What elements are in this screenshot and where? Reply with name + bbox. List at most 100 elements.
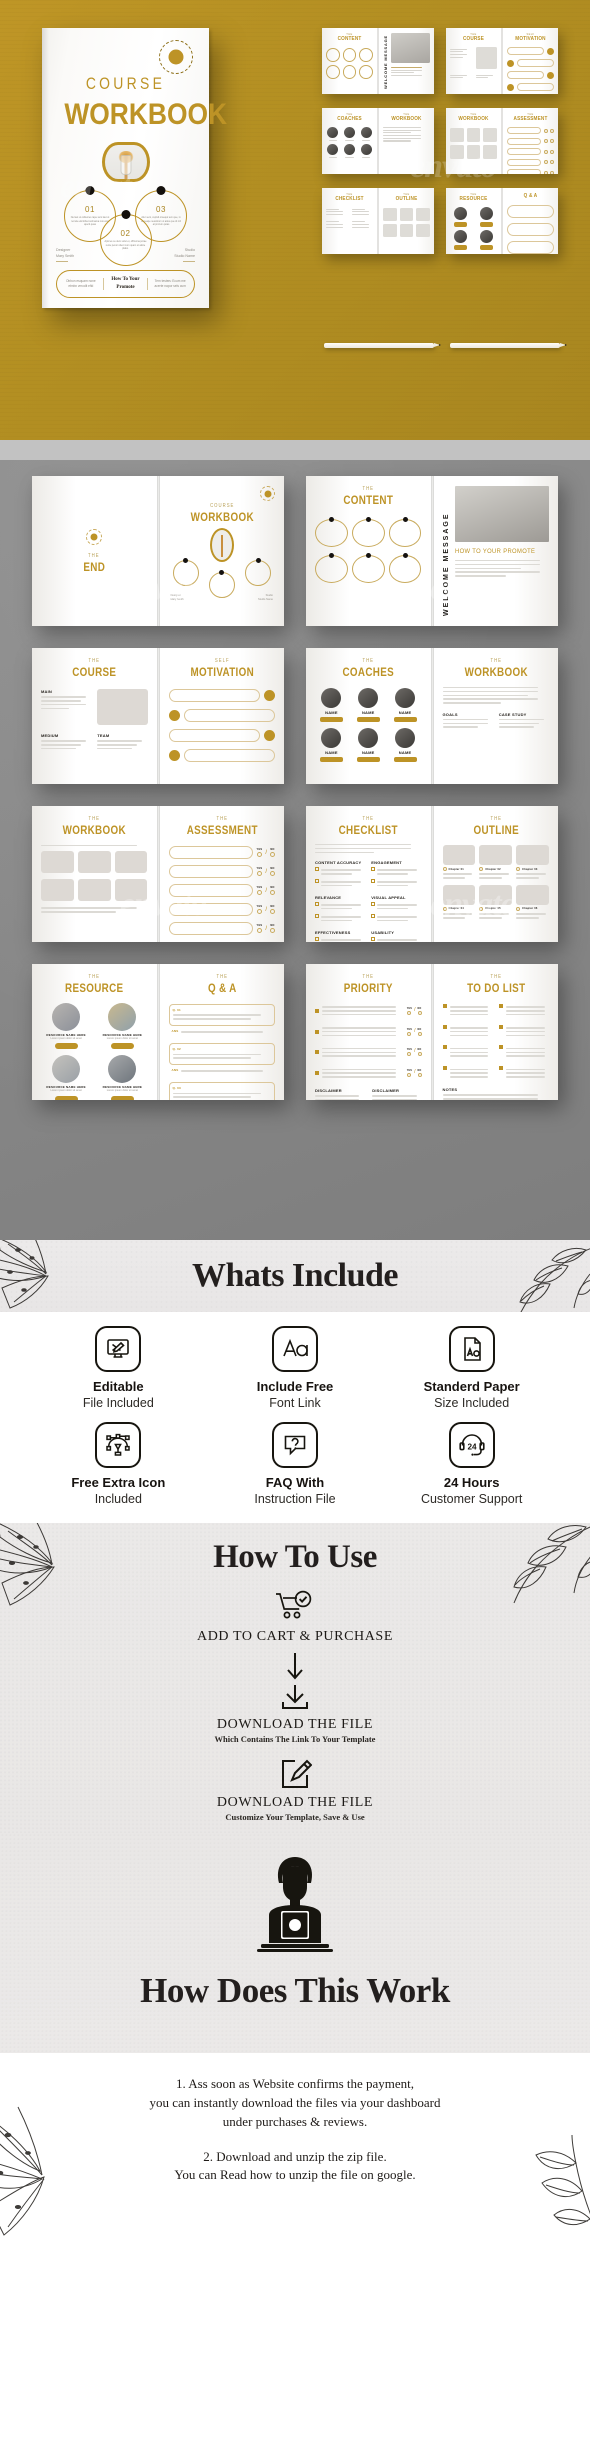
pen-tool-icon (95, 1421, 142, 1468)
page-sup: THE (215, 816, 228, 822)
circle-number: 02 (120, 229, 131, 239)
lily-flower-icon (0, 1523, 106, 1617)
resource-photo (52, 1055, 81, 1084)
vase-photo (101, 142, 150, 183)
step-subtitle: Customize Your Template, Save & Use (225, 1812, 365, 1822)
cover-circle-02: 02 Apid es ce dem solut et, officuma por… (99, 210, 152, 267)
feature-line1: Standerd Paper (423, 1379, 520, 1394)
page-right: WELCOME MESSAGE HOW TO YOUR PROMOTE (433, 476, 558, 626)
spread-grid: THE END COURSE WORKBOOK Designer Mary Sm… (0, 476, 590, 1100)
thumb-page-right: THE OUTLINE (379, 188, 434, 254)
thumb-title: ASSESSMENT (513, 116, 548, 122)
resource-photo (108, 1003, 137, 1031)
hero-section: COURSE WORKBOOK 01 Ne laut ut odituores … (0, 0, 590, 440)
down-arrow-icon (0, 1652, 590, 1682)
bar-right-text: Tem testeru Ecum me acerte napor sels cu… (154, 278, 186, 288)
feature-line2: Included (94, 1491, 142, 1506)
page-title: END (83, 559, 106, 574)
divider (102, 278, 104, 290)
page-sup: THE (489, 974, 502, 980)
feature-extra-icon: Free Extra Icon Included (34, 1421, 203, 1508)
studio-value: Studio Name (174, 253, 195, 258)
avatar (454, 230, 467, 243)
pencil-icon (450, 343, 567, 348)
leaf-branch-icon (490, 1240, 590, 1312)
thumbnail-grid: THE CONTENT WELCOME MESSAGE THE COURSE S… (322, 28, 558, 254)
spread-workbook: THE WORKBOOK THE ASSESSMENT YES / NO YES / N… (32, 806, 284, 942)
step-download-file-1: DOWNLOAD THE FILE Which Contains The Lin… (0, 1684, 590, 1744)
bullet-dot-icon (85, 186, 95, 196)
resource-photo (108, 1055, 137, 1084)
avatar (327, 127, 339, 138)
thumb-box (466, 145, 481, 159)
page-title: RESOURCE (65, 981, 124, 995)
features-grid: Editable File Included Include Free Font… (0, 1312, 590, 1523)
avatar (327, 144, 339, 156)
lily-flower-icon (0, 1240, 98, 1312)
spread-content: THE CONTENT WELCOME MESSAGE HOW TO YOUR … (306, 476, 558, 626)
thumb-title: CHECKLIST (335, 196, 364, 202)
thumb-title: OUTLINE (395, 196, 418, 202)
spread-course: THE COURSE MAIN MEDIUM TEAM SELF MOTIVAT… (32, 648, 284, 784)
font-aa-icon (271, 1326, 318, 1372)
page-title: COACHES (342, 665, 395, 679)
thumbnail-spread: THE COACHES THE WORKBOOK (322, 108, 434, 174)
how-does-this-work-section: How Does This Work (0, 1833, 590, 2053)
thumb-page-left: THE CHECKLIST (322, 188, 377, 254)
thumbnail-spread: THE CHECKLIST THE OUTLINE (322, 188, 434, 254)
circle-number: 01 (85, 205, 95, 215)
page-sup: THE (88, 816, 101, 822)
step-title: ADD TO CART & PURCHASE (197, 1629, 393, 1644)
designer-value: Mary Smith (56, 253, 75, 258)
feature-line1: Include Free (256, 1379, 334, 1394)
feature-line2: File Included (82, 1396, 154, 1411)
spread-coaches: THE COACHES NAME NAME NAME NAME NAME NAM… (306, 648, 558, 784)
avatar (360, 144, 372, 156)
course-photo (97, 689, 148, 725)
studio-credit: Studio Studio Name (258, 594, 273, 602)
page-sup: THE (362, 658, 375, 664)
cover-eyebrow: COURSE (85, 74, 166, 93)
thumb-circle (326, 48, 340, 62)
person-laptop-icon (0, 1849, 590, 1967)
step-subtitle: Which Contains The Link To Your Template (214, 1734, 376, 1744)
leaf-branch-icon (482, 1523, 590, 1611)
thumb-box (483, 128, 497, 142)
faq-bubble-icon (271, 1421, 318, 1468)
avatar (480, 230, 493, 243)
thumb-page-right: THE WORKBOOK (379, 108, 434, 174)
feature-line1: 24 Hours (443, 1474, 500, 1490)
whats-include-band: Whats Include (0, 1240, 590, 1312)
feature-line1: Editable (93, 1379, 144, 1394)
page-title: OUTLINE (473, 823, 519, 837)
seal-badge-icon (159, 40, 193, 74)
spreads-section: THE END COURSE WORKBOOK Designer Mary Sm… (0, 440, 590, 1240)
top-band (0, 440, 590, 460)
page-left: THE CONTENT (306, 476, 431, 626)
avatar (480, 207, 493, 220)
model-photo (454, 486, 549, 542)
footer-line: you can instantly download the files via… (149, 2094, 441, 2110)
lily-flower-icon (0, 2103, 100, 2253)
monitor-pencil-icon (95, 1326, 142, 1372)
page-sup: SELF (214, 658, 230, 664)
page-sup: THE (362, 816, 375, 822)
thumb-vertical-label: WELCOME MESSAGE (383, 34, 388, 89)
pencil-icon (324, 343, 441, 348)
feature-line2: Font Link (269, 1396, 321, 1411)
glass-vase-shape (120, 155, 131, 176)
seal-badge-icon (260, 486, 275, 501)
spread-checklist: THE CHECKLIST CONTENT ACCURACY ENGAGEMEN… (306, 806, 558, 942)
page-right: THE OUTLINE Chapter 01 Chapter 02 Chapte… (433, 806, 558, 942)
thumb-circle (326, 65, 340, 79)
page-title: Whats Include (191, 1257, 399, 1294)
thumbnail-spread: THE CONTENT WELCOME MESSAGE (322, 28, 434, 94)
page-left: THE END (32, 476, 157, 626)
how-to-use-section: How To Use ADD TO CART & PURCHASE DOWNLO… (0, 1523, 590, 1833)
promote-heading: HOW TO YOUR PROMOTE (454, 548, 535, 555)
feature-line2: Customer Support (420, 1491, 523, 1506)
thumbnail-spread: THE RESOURCE Q & A (446, 188, 558, 254)
divider (183, 261, 195, 262)
thumb-page-right: THE ASSESSMENT (503, 108, 558, 174)
leaf-branch-icon (498, 2133, 590, 2253)
